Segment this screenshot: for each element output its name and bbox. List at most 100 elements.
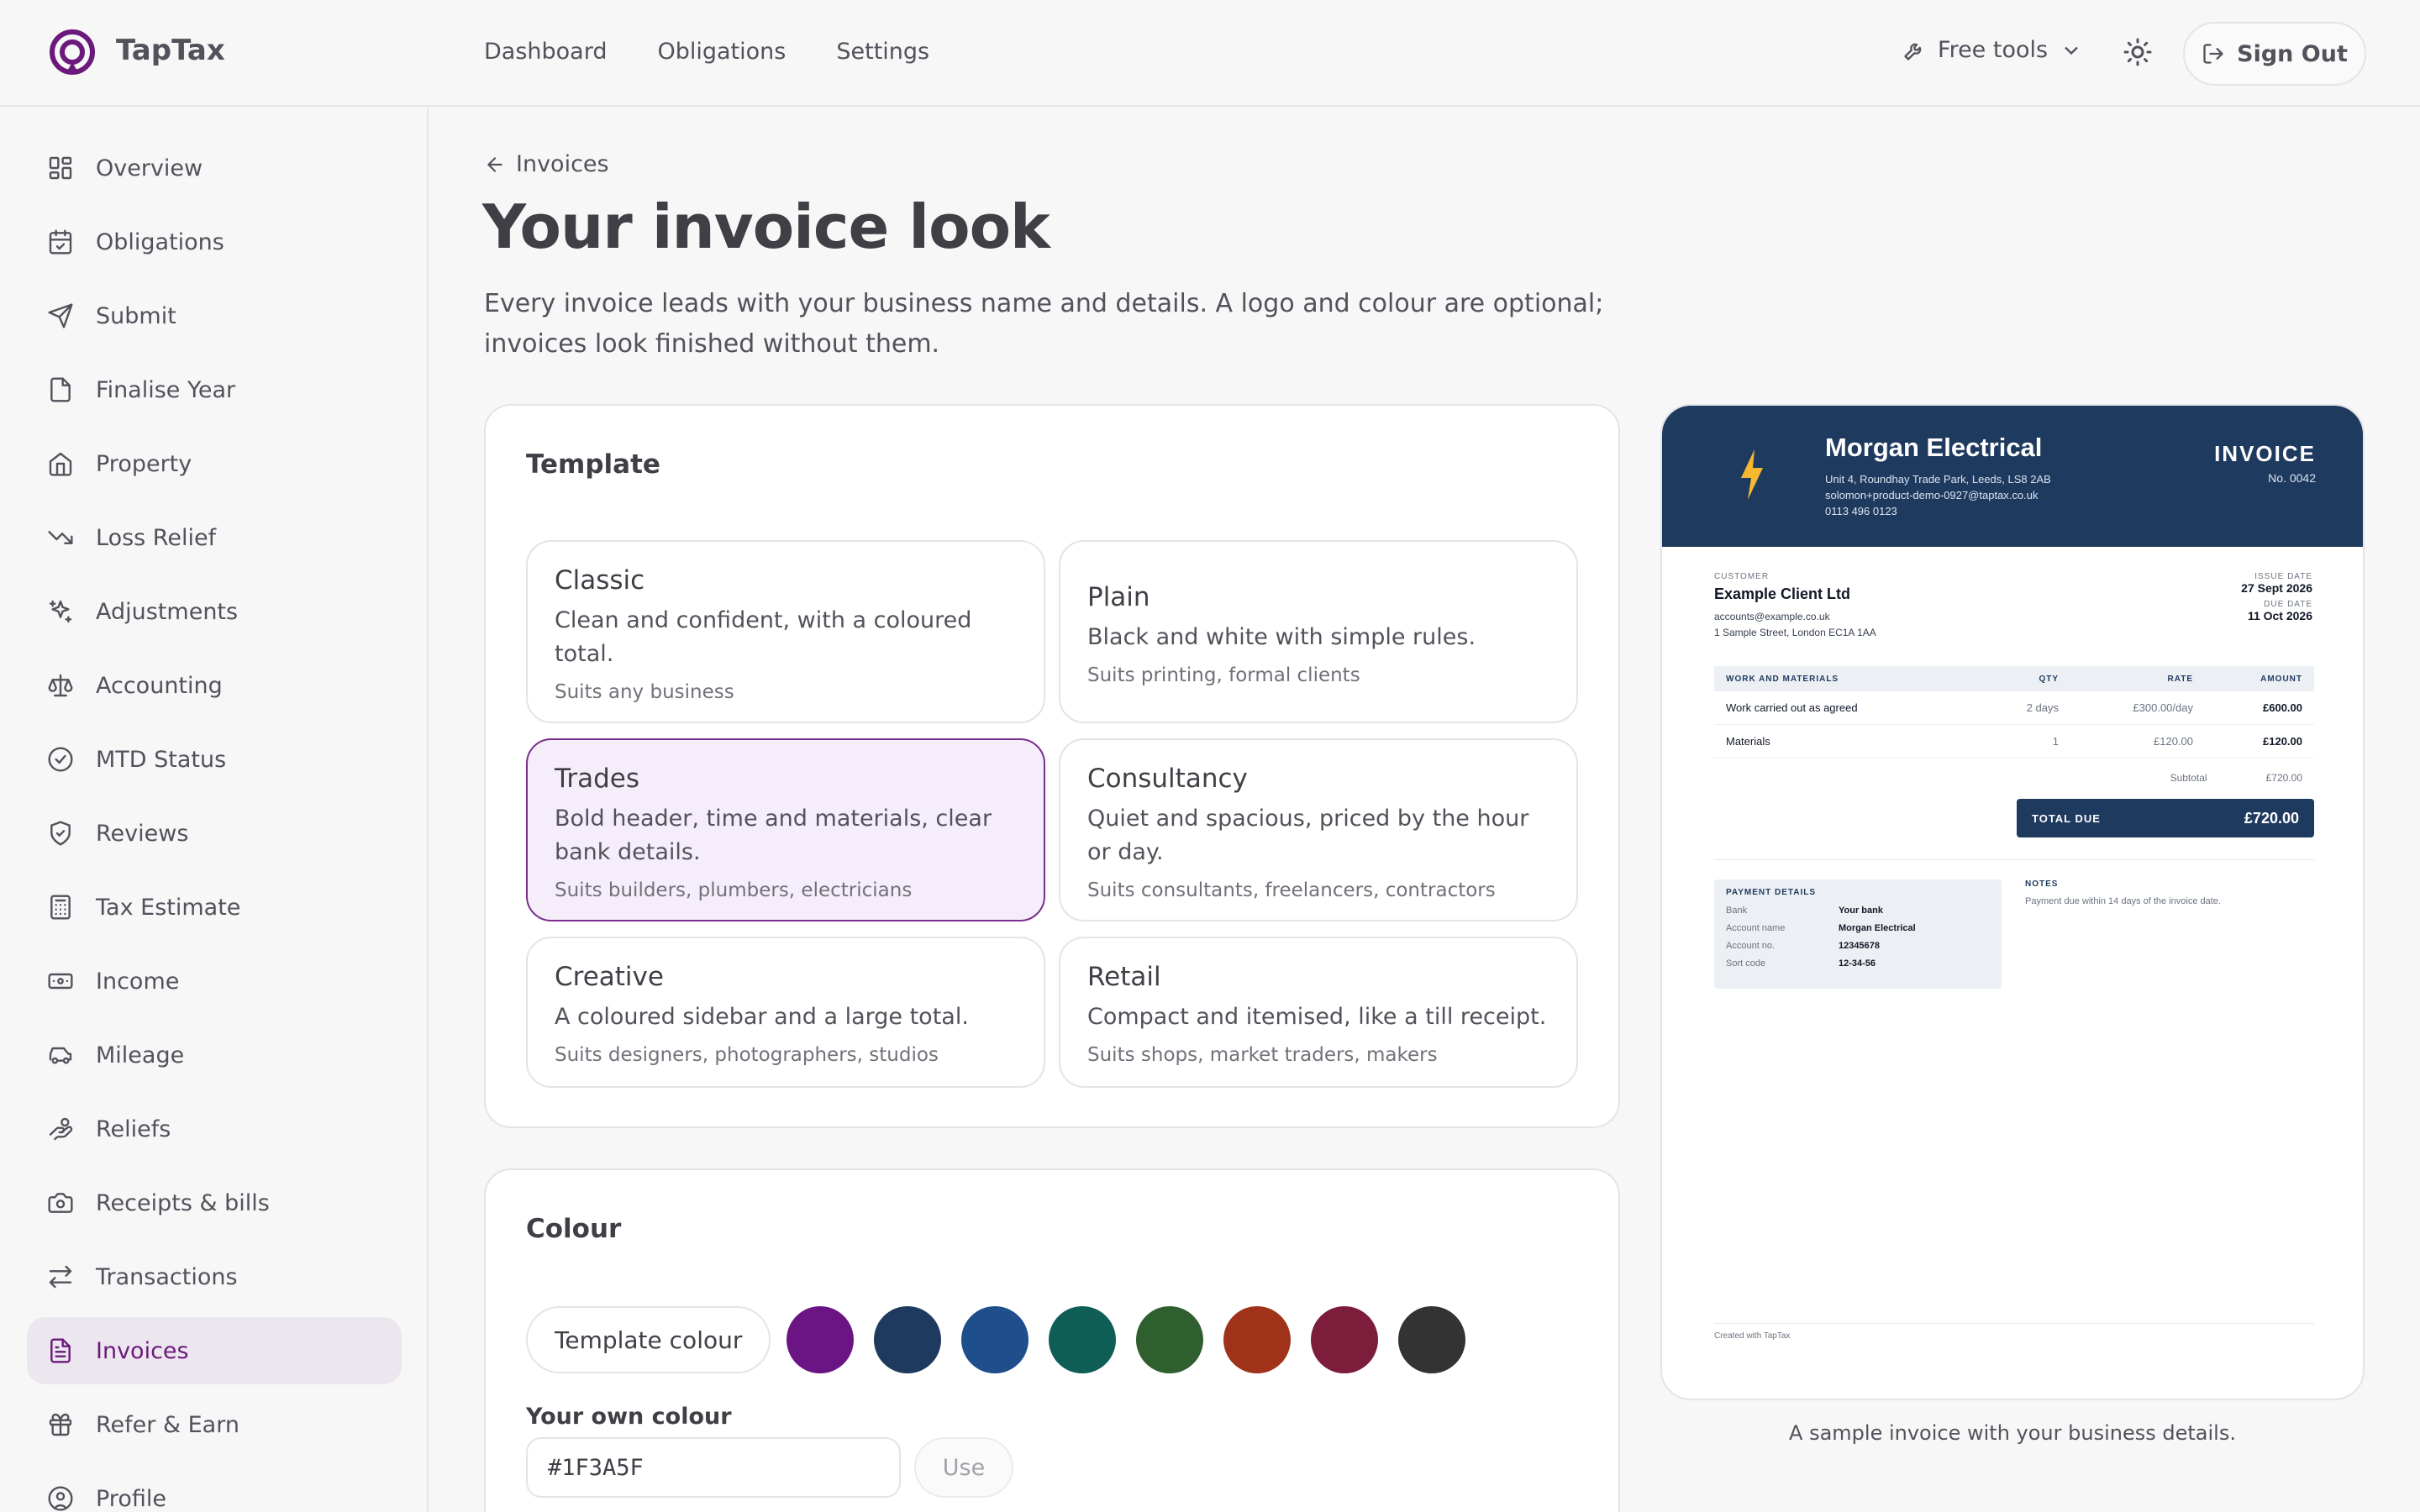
sidebar-item-tax-estimate[interactable]: Tax Estimate: [27, 874, 402, 941]
payment-row: Bank Your bank: [1726, 902, 1990, 920]
template-option-classic[interactable]: Classic Clean and confident, with a colo…: [526, 540, 1045, 723]
log-out-icon: [2203, 44, 2223, 64]
sidebar-item-overview[interactable]: Overview: [27, 134, 402, 202]
colour-swatch[interactable]: [1049, 1306, 1116, 1373]
sidebar-item-invoices[interactable]: Invoices: [27, 1317, 402, 1384]
page-title: Your invoice look: [482, 192, 1050, 262]
sidebar-item-label: Reliefs: [96, 1116, 171, 1142]
table-row: Work carried out as agreed 2 days £300.0…: [1714, 691, 2314, 725]
theme-toggle-sun-icon[interactable]: [2123, 37, 2153, 67]
template-name: Plain: [1087, 582, 1150, 612]
cell: £600.00: [2263, 701, 2302, 714]
sidebar-item-label: Refer & Earn: [96, 1411, 239, 1438]
sidebar-item-label: Property: [96, 450, 192, 477]
total-label: TOTAL DUE: [2032, 811, 2101, 825]
calendar-check-icon: [49, 229, 72, 255]
payment-value: Morgan Electrical: [1839, 923, 1916, 933]
template-card: Template Classic Clean and confident, wi…: [484, 404, 1620, 1128]
calculator-icon: [50, 895, 71, 920]
logo-icon[interactable]: [49, 29, 96, 76]
camera-icon: [48, 1193, 73, 1213]
nav-obligations[interactable]: Obligations: [657, 39, 786, 65]
sidebar-item-label: Income: [96, 968, 180, 995]
sidebar-item-profile[interactable]: Profile: [27, 1465, 402, 1512]
payment-title: PAYMENT DETAILS: [1726, 888, 1817, 897]
sidebar-item-property[interactable]: Property: [27, 430, 402, 497]
template-name: Trades: [555, 764, 640, 794]
back-label: Invoices: [516, 151, 609, 177]
sidebar-item-adjustments[interactable]: Adjustments: [27, 578, 402, 645]
payment-row: Account name Morgan Electrical: [1726, 920, 1990, 937]
template-colour-button[interactable]: Template colour: [526, 1306, 771, 1373]
colour-swatch[interactable]: [1311, 1306, 1378, 1373]
sidebar-item-label: Obligations: [96, 228, 224, 255]
sidebar-item-obligations[interactable]: Obligations: [27, 208, 402, 276]
template-desc: Clean and confident, with a coloured tot…: [555, 607, 972, 667]
sidebar-item-mtd-status[interactable]: MTD Status: [27, 726, 402, 793]
free-tools-menu[interactable]: Free tools: [1902, 37, 2083, 63]
payment-value: 12-34-56: [1839, 958, 1876, 969]
invoice-phone: 0113 496 0123: [1825, 505, 1897, 517]
top-nav: Dashboard Obligations Settings: [484, 39, 929, 65]
send-icon: [48, 303, 73, 328]
subtotal-label: Subtotal: [2170, 772, 2207, 784]
app-name[interactable]: TapTax: [116, 34, 225, 67]
sidebar-item-loss-relief[interactable]: Loss Relief: [27, 504, 402, 571]
sign-out-button[interactable]: Sign Out: [2183, 22, 2366, 86]
customer-label: CUSTOMER: [1714, 572, 1770, 581]
invoice-email: solomon+product-demo-0927@taptax.co.uk: [1825, 489, 2039, 501]
sidebar-item-income[interactable]: Income: [27, 948, 402, 1015]
template-desc: Compact and itemised, like a till receip…: [1087, 1004, 1547, 1030]
invoice-word: INVOICE: [2214, 441, 2316, 466]
sidebar-item-reliefs[interactable]: Reliefs: [27, 1095, 402, 1163]
colour-swatch[interactable]: [874, 1306, 941, 1373]
cell: £120.00: [2154, 735, 2193, 748]
sidebar-item-label: Mileage: [96, 1042, 185, 1068]
template-option-plain[interactable]: Plain Black and white with simple rules.…: [1059, 540, 1578, 723]
home-icon: [49, 452, 72, 476]
sidebar-item-finalise-year[interactable]: Finalise Year: [27, 356, 402, 423]
gift-icon: [49, 1413, 72, 1436]
free-tools-label: Free tools: [1938, 37, 2049, 63]
colour-swatch[interactable]: [1136, 1306, 1203, 1373]
colour-swatch[interactable]: [786, 1306, 854, 1373]
nav-settings[interactable]: Settings: [836, 39, 929, 65]
top-bar: TapTax Dashboard Obligations Settings Fr…: [0, 0, 2420, 107]
colour-swatch[interactable]: [1223, 1306, 1291, 1373]
divider: [1714, 859, 2314, 860]
colour-swatch[interactable]: [961, 1306, 1028, 1373]
template-option-consultancy[interactable]: Consultancy Quiet and spacious, priced b…: [1059, 738, 1578, 921]
back-link[interactable]: Invoices: [484, 151, 609, 177]
sidebar-item-label: Overview: [96, 155, 203, 181]
template-card-title: Template: [526, 449, 660, 480]
arrows-icon: [49, 1265, 72, 1289]
sidebar-item-receipts-bills[interactable]: Receipts & bills: [27, 1169, 402, 1236]
use-colour-button[interactable]: Use: [914, 1437, 1013, 1498]
check-circle-icon: [48, 747, 73, 772]
customer-address: 1 Sample Street, London EC1A 1AA: [1714, 627, 1876, 638]
cell: 1: [2052, 735, 2059, 748]
sidebar-item-refer-earn[interactable]: Refer & Earn: [27, 1391, 402, 1458]
sidebar-item-mileage[interactable]: Mileage: [27, 1021, 402, 1089]
file-text-icon: [50, 1338, 71, 1363]
template-option-retail[interactable]: Retail Compact and itemised, like a till…: [1059, 937, 1578, 1088]
sidebar-item-transactions[interactable]: Transactions: [27, 1243, 402, 1310]
payment-row: Sort code 12-34-56: [1726, 955, 1990, 973]
trending-down-icon: [48, 531, 73, 544]
invoice-items-table: WORK AND MATERIALS QTY RATE AMOUNT Work …: [1714, 666, 2314, 759]
invoice-business-name: Morgan Electrical: [1825, 433, 2043, 462]
col-header: AMOUNT: [2260, 674, 2302, 684]
col-header: WORK AND MATERIALS: [1726, 674, 1839, 684]
sidebar-item-reviews[interactable]: Reviews: [27, 800, 402, 867]
cell: £120.00: [2263, 735, 2302, 748]
invoice-total-due: TOTAL DUE £720.00: [2017, 799, 2314, 837]
template-option-trades[interactable]: Trades Bold header, time and materials, …: [526, 738, 1045, 921]
nav-dashboard[interactable]: Dashboard: [484, 39, 607, 65]
due-date: 11 Oct 2026: [2247, 609, 2312, 622]
template-option-creative[interactable]: Creative A coloured sidebar and a large …: [526, 937, 1045, 1088]
own-colour-input[interactable]: [526, 1437, 901, 1498]
sidebar-item-submit[interactable]: Submit: [27, 282, 402, 349]
template-suits: Suits consultants, freelancers, contract…: [1087, 879, 1496, 901]
sidebar-item-accounting[interactable]: Accounting: [27, 652, 402, 719]
colour-swatch[interactable]: [1398, 1306, 1465, 1373]
